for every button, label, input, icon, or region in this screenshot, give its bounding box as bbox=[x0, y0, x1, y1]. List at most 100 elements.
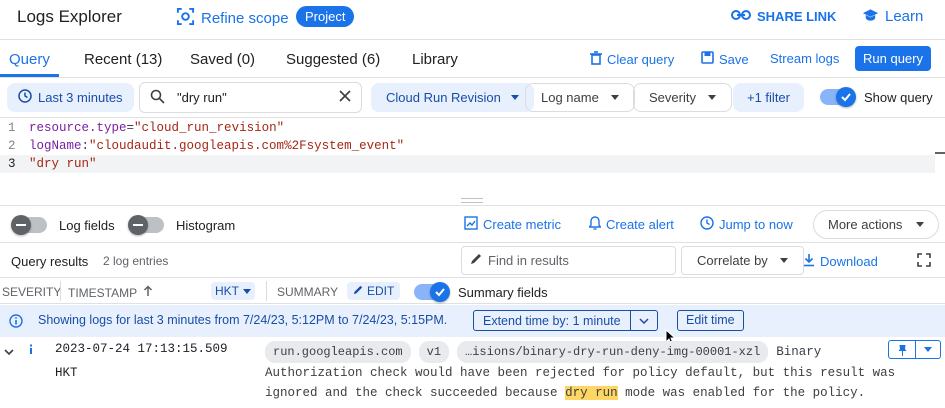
bell-icon bbox=[588, 216, 602, 233]
service-chip[interactable]: run.googleapis.com bbox=[265, 341, 411, 363]
severity-filter-button[interactable]: Severity bbox=[633, 83, 732, 112]
clear-query-button[interactable]: Clear query bbox=[590, 51, 674, 68]
jump-to-now-button[interactable]: Jump to now bbox=[700, 216, 793, 233]
pin-icon[interactable] bbox=[889, 344, 915, 356]
school-icon bbox=[862, 8, 879, 25]
correlate-by-label: Correlate by bbox=[697, 253, 768, 268]
log-fields-toggle[interactable]: Log fields bbox=[11, 215, 115, 235]
toggle-switch[interactable] bbox=[414, 282, 450, 302]
time-range-button[interactable]: Last 3 minutes bbox=[7, 83, 134, 112]
tab-bar: Query Recent (13) Saved (0) Suggested (6… bbox=[0, 40, 945, 78]
editor-scrollbar[interactable] bbox=[935, 152, 945, 154]
extend-time-dropdown[interactable] bbox=[629, 311, 657, 330]
log-timezone: HKT bbox=[55, 366, 78, 380]
toggle-switch[interactable] bbox=[11, 215, 47, 235]
summary-fields-toggle[interactable]: Summary fields bbox=[414, 282, 548, 302]
message-start: Binary bbox=[776, 345, 822, 359]
chevron-down-icon bbox=[916, 222, 925, 227]
time-range-label: Last 3 minutes bbox=[38, 90, 123, 105]
toggle-switch[interactable] bbox=[820, 87, 856, 107]
correlate-by-button[interactable]: Correlate by bbox=[681, 246, 804, 275]
more-filters-button[interactable]: +1 filter bbox=[733, 83, 804, 112]
column-timestamp-label: TIMESTAMP bbox=[68, 285, 138, 300]
share-link-button[interactable]: SHARE LINK bbox=[731, 8, 836, 25]
query-operator: : bbox=[81, 139, 90, 153]
edit-time-button[interactable]: Edit time bbox=[677, 310, 744, 331]
search-field[interactable]: "dry run" bbox=[139, 82, 362, 113]
banner-text: Showing logs for last 3 minutes from 7/2… bbox=[38, 313, 448, 327]
create-alert-button[interactable]: Create alert bbox=[588, 216, 674, 233]
scope-icon bbox=[176, 7, 195, 29]
log-fields-label: Log fields bbox=[59, 217, 115, 233]
edit-label: EDIT bbox=[367, 284, 395, 298]
search-input[interactable]: "dry run" bbox=[177, 90, 333, 105]
clock-icon bbox=[18, 89, 32, 106]
find-in-results-field[interactable]: Find in results bbox=[461, 246, 676, 275]
log-entry-row[interactable]: 2023-07-24 17:13:15.509 HKT run.googleap… bbox=[0, 337, 945, 408]
create-alert-label: Create alert bbox=[606, 217, 674, 232]
run-query-button[interactable]: Run query bbox=[855, 46, 931, 71]
arrow-up-icon bbox=[143, 285, 153, 300]
download-button[interactable]: Download bbox=[803, 253, 878, 270]
show-query-toggle[interactable]: Show query bbox=[820, 87, 933, 107]
create-metric-button[interactable]: Create metric bbox=[464, 216, 561, 233]
histogram-toggle[interactable]: Histogram bbox=[128, 215, 235, 235]
share-link-label: SHARE LINK bbox=[757, 9, 837, 24]
refine-scope-button[interactable]: Refine scope bbox=[176, 7, 289, 29]
tab-recent[interactable]: Recent (13) bbox=[84, 51, 162, 68]
stream-logs-button[interactable]: Stream logs bbox=[770, 51, 839, 66]
clear-search-icon[interactable] bbox=[339, 90, 351, 105]
chevron-down-icon bbox=[639, 317, 649, 324]
find-input[interactable]: Find in results bbox=[488, 253, 569, 268]
page-title: Logs Explorer bbox=[17, 7, 122, 26]
line-number: 1 bbox=[8, 121, 16, 135]
column-header: SEVERITY TIMESTAMP HKT SUMMARY EDIT Summ… bbox=[0, 278, 945, 304]
clock-icon bbox=[700, 216, 714, 233]
column-severity[interactable]: SEVERITY bbox=[2, 285, 61, 299]
summary-fields-label: Summary fields bbox=[458, 284, 548, 300]
line-number: 2 bbox=[8, 139, 16, 153]
save-button[interactable]: Save bbox=[701, 51, 749, 67]
trash-icon bbox=[590, 51, 602, 68]
chevron-down-icon bbox=[707, 95, 716, 100]
tab-library[interactable]: Library bbox=[412, 51, 458, 68]
show-query-label: Show query bbox=[864, 89, 933, 105]
timezone-selector[interactable]: HKT bbox=[211, 282, 255, 300]
query-value: "dry run" bbox=[29, 157, 97, 171]
query-line-2: logName:"cloudaudit.googleapis.com%2Fsys… bbox=[29, 139, 404, 153]
more-filters-label: +1 filter bbox=[747, 90, 790, 105]
extend-time-button[interactable]: Extend time by: 1 minute bbox=[473, 310, 658, 331]
toggle-knob bbox=[11, 215, 31, 235]
more-actions-button[interactable]: More actions bbox=[813, 210, 940, 239]
tab-suggested[interactable]: Suggested (6) bbox=[286, 51, 380, 68]
fullscreen-icon[interactable] bbox=[917, 253, 931, 270]
chevron-down-icon bbox=[924, 347, 932, 352]
chevron-down-icon bbox=[610, 95, 619, 100]
query-editor[interactable]: 1 resource.type="cloud_run_revision" 2 l… bbox=[0, 118, 945, 206]
entry-actions-dropdown[interactable] bbox=[915, 341, 940, 358]
editor-line-3: 3 "dry run" bbox=[0, 155, 935, 173]
download-label: Download bbox=[820, 254, 878, 269]
download-icon bbox=[803, 253, 815, 270]
resize-handle[interactable] bbox=[461, 198, 483, 203]
resource-chip[interactable]: …isions/binary-dry-run-deny-img-00001-xz… bbox=[457, 341, 769, 363]
edit-summary-button[interactable]: EDIT bbox=[347, 282, 401, 300]
tab-query[interactable]: Query bbox=[0, 40, 59, 77]
version-chip[interactable]: v1 bbox=[418, 341, 450, 363]
query-value: "cloudaudit.googleapis.com%2Fsystem_even… bbox=[89, 139, 405, 153]
actions-bar: Log fields Histogram Create metric Creat… bbox=[0, 206, 945, 243]
column-timestamp[interactable]: TIMESTAMP bbox=[68, 285, 153, 300]
toggle-knob bbox=[128, 215, 148, 235]
log-name-filter-label: Log name bbox=[541, 90, 599, 105]
log-name-filter-button[interactable]: Log name bbox=[525, 83, 635, 112]
scope-badge[interactable]: Project bbox=[296, 6, 355, 27]
resource-filter-button[interactable]: Cloud Run Revision bbox=[371, 83, 534, 112]
toggle-switch[interactable] bbox=[128, 215, 164, 235]
refine-scope-label: Refine scope bbox=[201, 9, 289, 27]
expand-chevron-icon[interactable] bbox=[4, 344, 14, 359]
tab-library-label: Library bbox=[412, 51, 458, 68]
search-highlight: dry run bbox=[565, 386, 618, 400]
tab-saved[interactable]: Saved (0) bbox=[190, 51, 255, 68]
stream-logs-label: Stream logs bbox=[770, 51, 840, 66]
learn-button[interactable]: Learn bbox=[862, 8, 923, 25]
